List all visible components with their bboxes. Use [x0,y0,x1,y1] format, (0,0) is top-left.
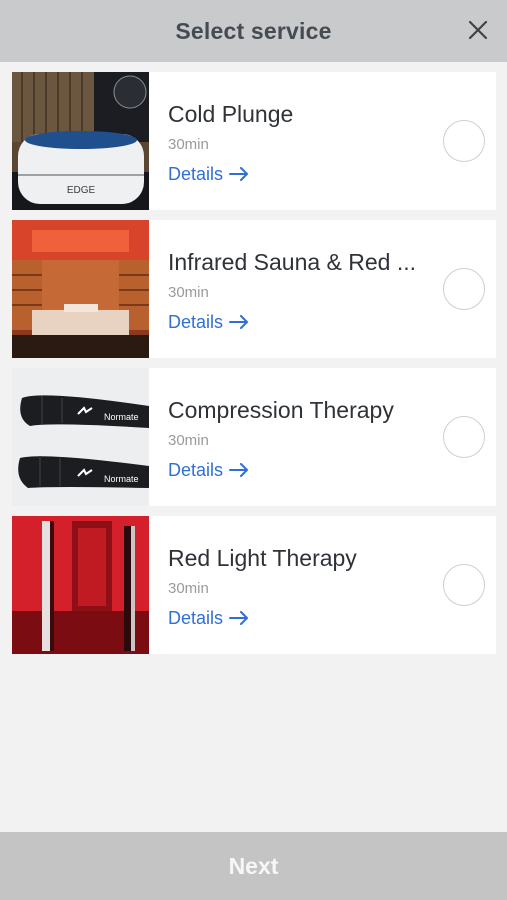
close-button[interactable] [463,15,493,45]
service-card-compression-therapy[interactable]: Normate Normate Compression Therapy 30mi… [12,368,496,506]
next-button[interactable]: Next [0,832,507,900]
red-light-room-image [12,516,149,654]
next-button-label: Next [228,852,279,879]
service-list: EDGE Cold Plunge 30min Details Infrared … [12,72,496,664]
select-radio[interactable] [443,268,485,310]
service-title: Infrared Sauna & Red ... [168,249,417,275]
compression-boots-image: Normate Normate [12,368,149,506]
details-label: Details [168,460,224,480]
details-link[interactable]: Details [168,311,249,333]
svg-text:Normate: Normate [104,412,139,422]
svg-text:EDGE: EDGE [67,185,96,196]
details-label: Details [168,608,224,628]
page-title: Select service [175,17,332,44]
service-title: Compression Therapy [168,397,394,423]
select-radio[interactable] [443,564,485,606]
svg-text:Normate: Normate [104,474,139,484]
select-radio[interactable] [443,416,485,458]
details-label: Details [168,164,224,184]
cold-plunge-tub-image: EDGE [12,72,149,210]
arrow-right-icon [229,315,249,329]
close-icon [468,20,488,40]
service-card-red-light-therapy[interactable]: Red Light Therapy 30min Details [12,516,496,654]
service-card-cold-plunge[interactable]: EDGE Cold Plunge 30min Details [12,72,496,210]
arrow-right-icon [229,611,249,625]
details-label: Details [168,312,224,332]
details-link[interactable]: Details [168,459,249,481]
service-card-infrared-sauna[interactable]: Infrared Sauna & Red ... 30min Details [12,220,496,358]
details-link[interactable]: Details [168,607,249,629]
infrared-sauna-image [12,220,149,358]
header-bar: Select service [0,0,507,62]
details-link[interactable]: Details [168,163,249,185]
arrow-right-icon [229,167,249,181]
arrow-right-icon [229,463,249,477]
service-title: Red Light Therapy [168,545,357,571]
select-radio[interactable] [443,120,485,162]
service-title: Cold Plunge [168,101,294,127]
